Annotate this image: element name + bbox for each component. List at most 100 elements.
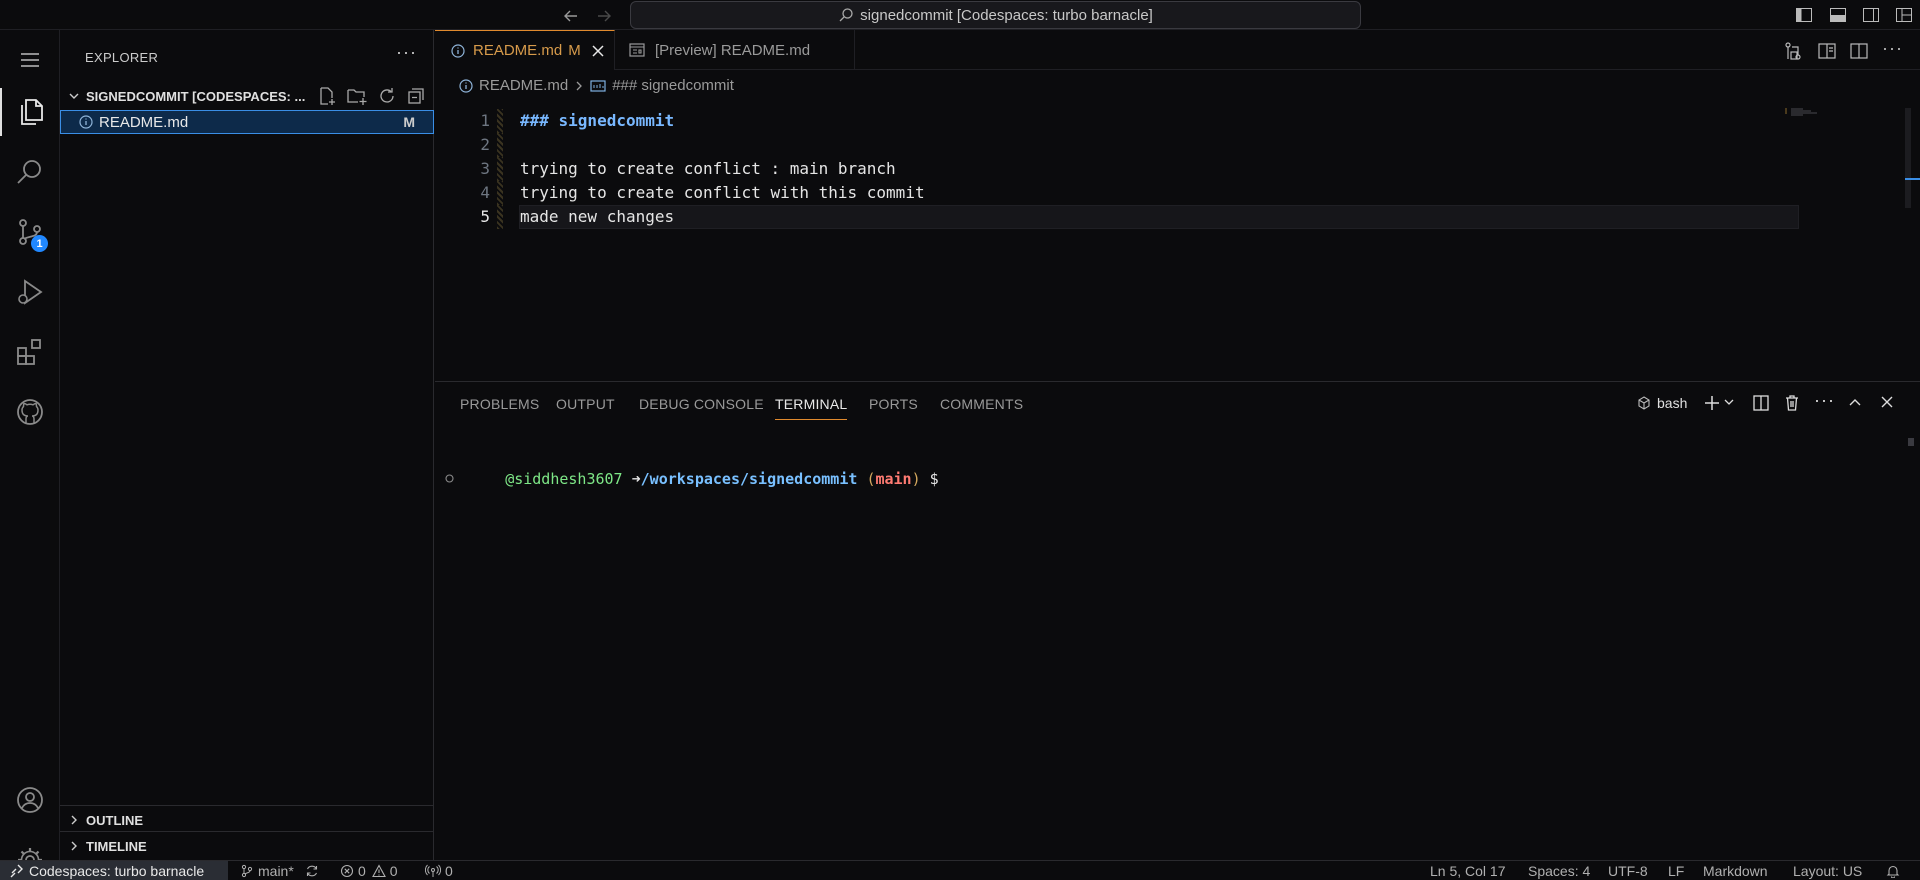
github-icon[interactable] — [0, 388, 60, 436]
sidebar-title: EXPLORER — [85, 50, 159, 65]
indentation[interactable]: Spaces: 4 — [1528, 861, 1590, 880]
line-text: made new changes — [520, 207, 675, 226]
workspace-folder-header[interactable]: SIGNEDCOMMIT [CODESPACES: ... — [60, 85, 434, 107]
tab-problems[interactable]: PROBLEMS — [460, 382, 539, 426]
tab-label: [Preview] README.md — [655, 41, 811, 59]
tab-label: README.md — [473, 42, 563, 59]
file-name: README.md — [99, 113, 189, 131]
chevron-right-icon — [574, 80, 584, 92]
current-line-highlight — [519, 205, 1799, 229]
minimap[interactable] — [1785, 108, 1845, 118]
workspace-folder-label: SIGNEDCOMMIT [CODESPACES: ... — [86, 88, 306, 104]
new-terminal-icon[interactable] — [1703, 394, 1721, 412]
line-number: 2 — [480, 135, 490, 154]
breadcrumb-symbol[interactable]: ### signedcommit — [612, 77, 734, 94]
menu-icon[interactable] — [0, 36, 60, 84]
open-preview-to-side-icon[interactable] — [1817, 41, 1837, 61]
close-panel-icon[interactable] — [1880, 395, 1894, 409]
editor-scrollbar[interactable] — [1905, 108, 1911, 208]
sync-button[interactable] — [305, 861, 319, 880]
code-line[interactable]: 2 — [435, 133, 1785, 157]
problems-indicator[interactable]: 0 0 — [340, 861, 398, 880]
outline-section-header[interactable]: OUTLINE — [60, 809, 434, 831]
account-icon[interactable] — [0, 776, 60, 824]
collapse-all-icon[interactable] — [406, 86, 426, 106]
new-file-icon[interactable] — [317, 86, 337, 106]
file-item-readme[interactable]: README.md M — [60, 110, 434, 134]
close-icon[interactable] — [591, 44, 605, 58]
trash-icon[interactable] — [1783, 394, 1801, 412]
terminal-prompt-symbol: $ — [929, 469, 939, 488]
chevron-down-icon[interactable] — [1723, 396, 1735, 408]
error-count: 0 — [358, 863, 366, 879]
toggle-sidebar-icon[interactable] — [1795, 6, 1813, 24]
terminal-branch: main — [875, 469, 912, 488]
line-text: ### signedcommit — [520, 111, 675, 130]
info-icon — [459, 78, 473, 93]
terminal-cube-icon — [1637, 396, 1651, 410]
new-folder-icon[interactable] — [346, 86, 368, 106]
split-editor-icon[interactable] — [1849, 41, 1869, 61]
notifications-bell-icon[interactable] — [1886, 861, 1900, 880]
terminal-path: /workspaces/signedcommit — [640, 469, 858, 488]
cursor-position[interactable]: Ln 5, Col 17 — [1430, 861, 1506, 880]
breadcrumb: README.md ### signedcommit — [459, 77, 734, 94]
info-icon — [451, 43, 465, 58]
maximize-panel-icon[interactable] — [1847, 395, 1863, 411]
timeline-section-header[interactable]: TIMELINE — [60, 835, 434, 857]
ports-indicator[interactable]: 0 — [425, 861, 453, 880]
file-status-badge: M — [403, 114, 415, 130]
code-line[interactable]: 4 trying to create conflict with this co… — [435, 181, 1785, 205]
more-actions-button[interactable]: ··· — [396, 42, 417, 63]
toggle-panel-icon[interactable] — [1829, 6, 1847, 24]
explorer-icon[interactable] — [0, 88, 60, 136]
modified-gutter-marker — [497, 181, 503, 205]
terminal-shell-selector[interactable]: bash — [1637, 395, 1687, 411]
search-icon — [838, 7, 854, 23]
command-center-text: signedcommit [Codespaces: turbo barnacle… — [860, 6, 1153, 24]
keyboard-layout[interactable]: Layout: US — [1793, 861, 1862, 880]
refresh-icon[interactable] — [377, 86, 397, 106]
language-mode[interactable]: Markdown — [1703, 861, 1768, 880]
tab-output[interactable]: OUTPUT — [556, 382, 615, 426]
terminal-prompt-line[interactable]: @siddhesh3607 ➜ /workspaces/signedcommit… — [445, 438, 939, 519]
code-line-current[interactable]: 5 made new changes — [435, 205, 1799, 229]
remote-indicator[interactable]: Codespaces: turbo barnacle — [0, 861, 228, 880]
tab-readme[interactable]: README.md M — [435, 30, 615, 70]
extensions-icon[interactable] — [0, 328, 60, 376]
back-arrow-icon[interactable] — [561, 6, 581, 26]
ports-count: 0 — [445, 863, 453, 879]
modified-gutter-marker — [497, 133, 503, 157]
editor-more-actions-button[interactable]: ··· — [1882, 38, 1903, 59]
branch-indicator[interactable]: main* — [240, 861, 294, 880]
tab-debug-console[interactable]: DEBUG CONSOLE — [639, 382, 764, 426]
bottom-panel: PROBLEMS OUTPUT DEBUG CONSOLE TERMINAL P… — [435, 381, 1920, 860]
code-line[interactable]: 3 trying to create conflict : main branc… — [435, 157, 1785, 181]
toggle-secondary-sidebar-icon[interactable] — [1862, 6, 1880, 24]
terminal-scrollbar[interactable] — [1908, 438, 1914, 446]
search-icon[interactable] — [0, 148, 60, 196]
source-control-icon[interactable]: 1 — [0, 208, 60, 256]
forward-arrow-icon[interactable] — [594, 6, 614, 26]
timeline-label: TIMELINE — [86, 838, 147, 854]
shell-name: bash — [1657, 395, 1688, 411]
string-symbol-icon — [590, 79, 606, 93]
open-changes-icon[interactable] — [1783, 41, 1803, 61]
end-of-line[interactable]: LF — [1668, 861, 1684, 880]
outline-label: OUTLINE — [86, 812, 144, 828]
scrollbar-cursor-marker — [1905, 178, 1920, 180]
tab-ports[interactable]: PORTS — [869, 382, 918, 426]
tab-terminal[interactable]: TERMINAL — [775, 382, 848, 426]
split-terminal-icon[interactable] — [1752, 394, 1770, 412]
customize-layout-icon[interactable] — [1895, 6, 1913, 24]
info-icon — [79, 115, 93, 129]
command-center-search[interactable]: signedcommit [Codespaces: turbo barnacle… — [630, 1, 1361, 29]
encoding[interactable]: UTF-8 — [1608, 861, 1648, 880]
breadcrumb-file[interactable]: README.md — [479, 77, 568, 94]
tab-comments[interactable]: COMMENTS — [940, 382, 1023, 426]
tab-preview-readme[interactable]: [Preview] README.md — [615, 30, 855, 70]
code-line[interactable]: 1 ### signedcommit — [435, 109, 1785, 133]
run-debug-icon[interactable] — [0, 268, 60, 316]
explorer-sidebar: EXPLORER ··· SIGNEDCOMMIT [CODESPACES: .… — [60, 30, 434, 860]
panel-more-actions-button[interactable]: ··· — [1814, 390, 1835, 411]
